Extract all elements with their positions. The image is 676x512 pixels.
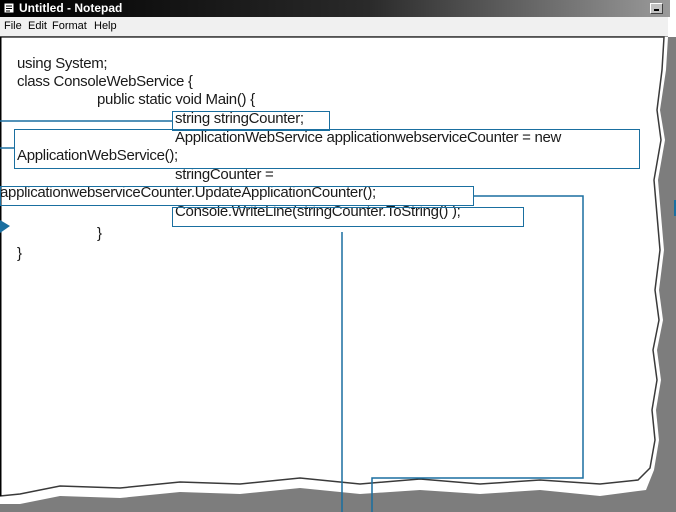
- callout-box-declaration: [172, 111, 330, 131]
- code-line-3: public static void Main() {: [97, 91, 255, 108]
- code-line-10: }: [97, 225, 102, 242]
- notepad-window: Untitled - Notepad File Edit Format Help…: [0, 0, 676, 512]
- code-line-11: }: [17, 245, 22, 262]
- callout-box-instantiation: [14, 129, 640, 169]
- code-line-2: class ConsoleWebService {: [17, 73, 193, 90]
- code-line-1: using System;: [17, 55, 108, 72]
- callout-box-method-call: [0, 186, 474, 206]
- callout-box-writeline: [172, 207, 524, 227]
